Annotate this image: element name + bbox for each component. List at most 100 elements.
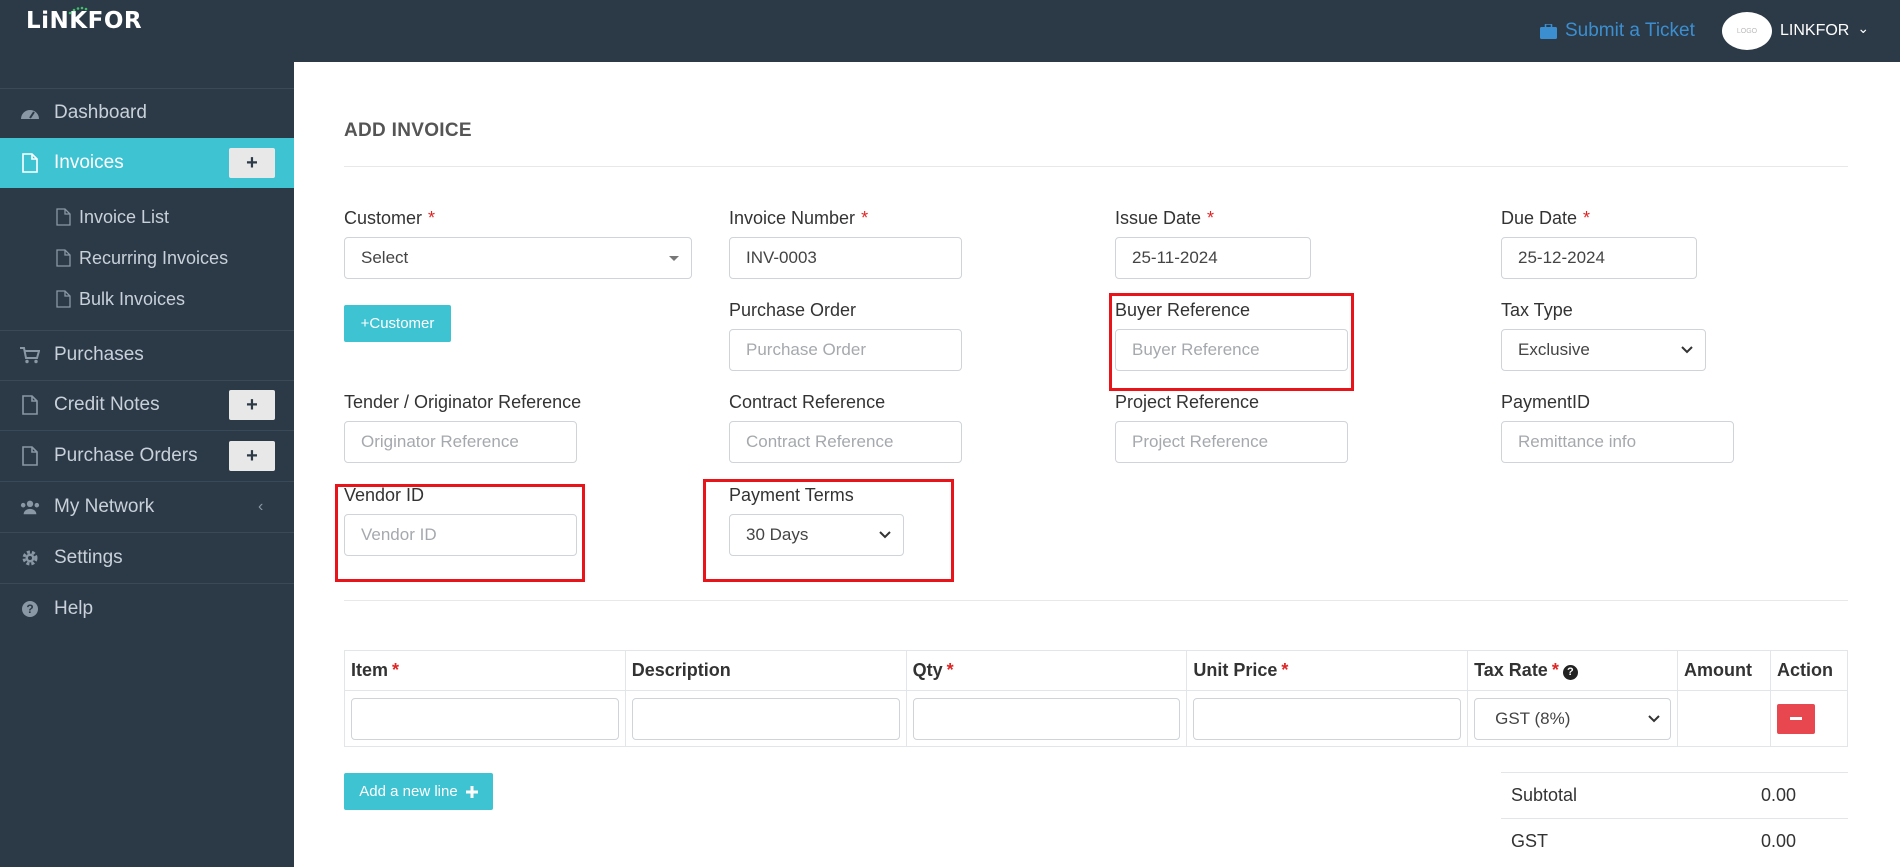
contract-reference-label: Contract Reference [729, 392, 886, 412]
amount-cell [1677, 690, 1771, 747]
top-bar: LiNKFOR Submit a Ticket LOGO LINKFOR ⌄ [0, 0, 1900, 62]
required-mark: * [861, 208, 869, 228]
sidebar-item-label: Dashboard [54, 102, 147, 123]
page-title: ADD INVOICE [344, 120, 472, 141]
header-text: Unit Price [1193, 660, 1278, 680]
purchase-order-input[interactable]: Purchase Order [729, 329, 962, 371]
column-header-amount: Amount [1677, 650, 1771, 691]
sidebar-item-help[interactable]: ? Help [0, 584, 294, 634]
sidebar-item-label: Purchase Orders [54, 445, 198, 466]
contract-reference-input[interactable]: Contract Reference [729, 421, 962, 463]
description-input[interactable] [631, 697, 900, 740]
file-icon [20, 395, 40, 415]
add-purchase-order-button[interactable]: + [229, 441, 275, 471]
sidebar-item-label: Help [54, 598, 94, 619]
highlight-box [335, 484, 585, 582]
main-content: ADD INVOICE Customer * Select +Customer I… [294, 62, 1900, 867]
gear-icon [20, 548, 40, 568]
tax-rate-select[interactable]: GST (8%) [1474, 697, 1671, 740]
sidebar-item-label: Credit Notes [54, 394, 160, 415]
submit-ticket-link[interactable]: Submit a Ticket [1540, 20, 1695, 42]
sidebar-subitem-label: Recurring Invoices [79, 247, 229, 268]
dashboard-icon [20, 103, 40, 123]
chevron-left-icon: ‹ [258, 498, 264, 515]
column-header-qty: Qty * [905, 650, 1188, 691]
required-mark: * [1281, 660, 1289, 680]
sidebar-item-my-network[interactable]: My Network ‹ [0, 482, 294, 532]
tender-reference-label: Tender / Originator Reference [344, 392, 582, 412]
add-customer-button[interactable]: +Customer [344, 305, 451, 342]
briefcase-icon [1540, 23, 1557, 39]
sidebar-subitem-bulk-invoices[interactable]: Bulk Invoices [56, 282, 185, 316]
sidebar-subitem-recurring-invoices[interactable]: Recurring Invoices [56, 241, 228, 275]
gst-label: GST [1511, 831, 1549, 851]
invoice-items-table: Item * Description Qty * Unit Price * Tax R… [344, 650, 1849, 747]
column-header-description: Description [624, 650, 907, 691]
unit-price-cell [1186, 690, 1469, 747]
header-text: Qty [912, 660, 943, 680]
label-text: Due Date [1501, 208, 1578, 228]
tax-rate-value: GST (8%) [1495, 708, 1571, 728]
logo[interactable]: LiNKFOR [26, 6, 142, 34]
user-name: LINKFOR [1780, 22, 1850, 39]
subtotal-label: Subtotal [1511, 785, 1578, 805]
cart-icon [20, 345, 40, 365]
remove-line-button[interactable] [1776, 703, 1815, 734]
column-header-action: Action [1769, 650, 1849, 691]
header-text: Action [1776, 660, 1833, 680]
tax-rate-cell: GST (8%) [1467, 690, 1678, 747]
invoice-number-input[interactable]: INV-0003 [729, 237, 962, 279]
sidebar: Dashboard Invoices + Invoice List Recurr… [0, 62, 294, 867]
subtotal-row: Subtotal 0.00 [1501, 772, 1848, 818]
sidebar-item-label: Settings [54, 547, 123, 568]
description-cell [624, 690, 907, 747]
sidebar-item-credit-notes[interactable]: Credit Notes + [0, 380, 294, 430]
qty-input[interactable] [912, 697, 1181, 740]
help-icon[interactable]: ? [1562, 664, 1578, 680]
sidebar-item-settings[interactable]: Settings [0, 533, 294, 583]
sidebar-subitem-invoice-list[interactable]: Invoice List [56, 200, 169, 234]
add-line-button[interactable]: Add a new line [344, 773, 493, 810]
column-header-unit-price: Unit Price * [1186, 650, 1469, 691]
customer-label: Customer * [344, 208, 435, 229]
issue-date-input[interactable]: 25-11-2024 [1115, 237, 1311, 279]
header-text: Amount [1684, 660, 1752, 680]
customer-select[interactable]: Select [344, 237, 692, 279]
highlight-box [703, 479, 954, 582]
payment-id-input[interactable]: Remittance info [1501, 421, 1734, 463]
sidebar-item-purchases[interactable]: Purchases [0, 330, 294, 380]
originator-reference-input[interactable]: Originator Reference [344, 421, 577, 463]
sidebar-item-dashboard[interactable]: Dashboard [0, 88, 294, 138]
due-date-input[interactable]: 25-12-2024 [1501, 237, 1697, 279]
purchase-order-label: Purchase Order [729, 300, 857, 320]
unit-price-input[interactable] [1193, 697, 1462, 740]
action-cell [1769, 690, 1849, 747]
user-menu[interactable]: LOGO LINKFOR ⌄ [1722, 12, 1869, 50]
sidebar-subitem-label: Bulk Invoices [79, 288, 186, 309]
item-input[interactable] [351, 697, 619, 740]
add-invoice-button[interactable]: + [229, 148, 275, 178]
chevron-down-icon: ⌄ [1857, 19, 1870, 36]
project-reference-input[interactable]: Project Reference [1115, 421, 1348, 463]
add-line-label: Add a new line [359, 783, 458, 800]
users-icon [20, 497, 40, 517]
file-icon [56, 290, 71, 308]
label-text: Customer [344, 208, 423, 228]
required-mark: * [1583, 208, 1591, 228]
question-icon: ? [20, 599, 40, 619]
add-credit-note-button[interactable]: + [229, 390, 275, 420]
label-text: Invoice Number [729, 208, 856, 228]
tax-type-select[interactable]: Exclusive [1501, 329, 1706, 371]
label-text: Issue Date [1115, 208, 1202, 228]
minus-icon [1789, 717, 1802, 720]
logo-dots-icon [68, 6, 88, 15]
column-header-tax-rate: Tax Rate *? [1467, 650, 1678, 691]
column-header-item: Item * [344, 650, 626, 691]
gst-row: GST 0.00 [1501, 818, 1848, 864]
sidebar-item-invoices[interactable]: Invoices + [0, 138, 294, 188]
required-mark: * [392, 660, 400, 680]
sidebar-subitem-label: Invoice List [79, 206, 170, 227]
sidebar-item-purchase-orders[interactable]: Purchase Orders + [0, 431, 294, 481]
chevron-down-icon [1681, 346, 1693, 354]
header-text: Tax Rate [1474, 660, 1548, 680]
